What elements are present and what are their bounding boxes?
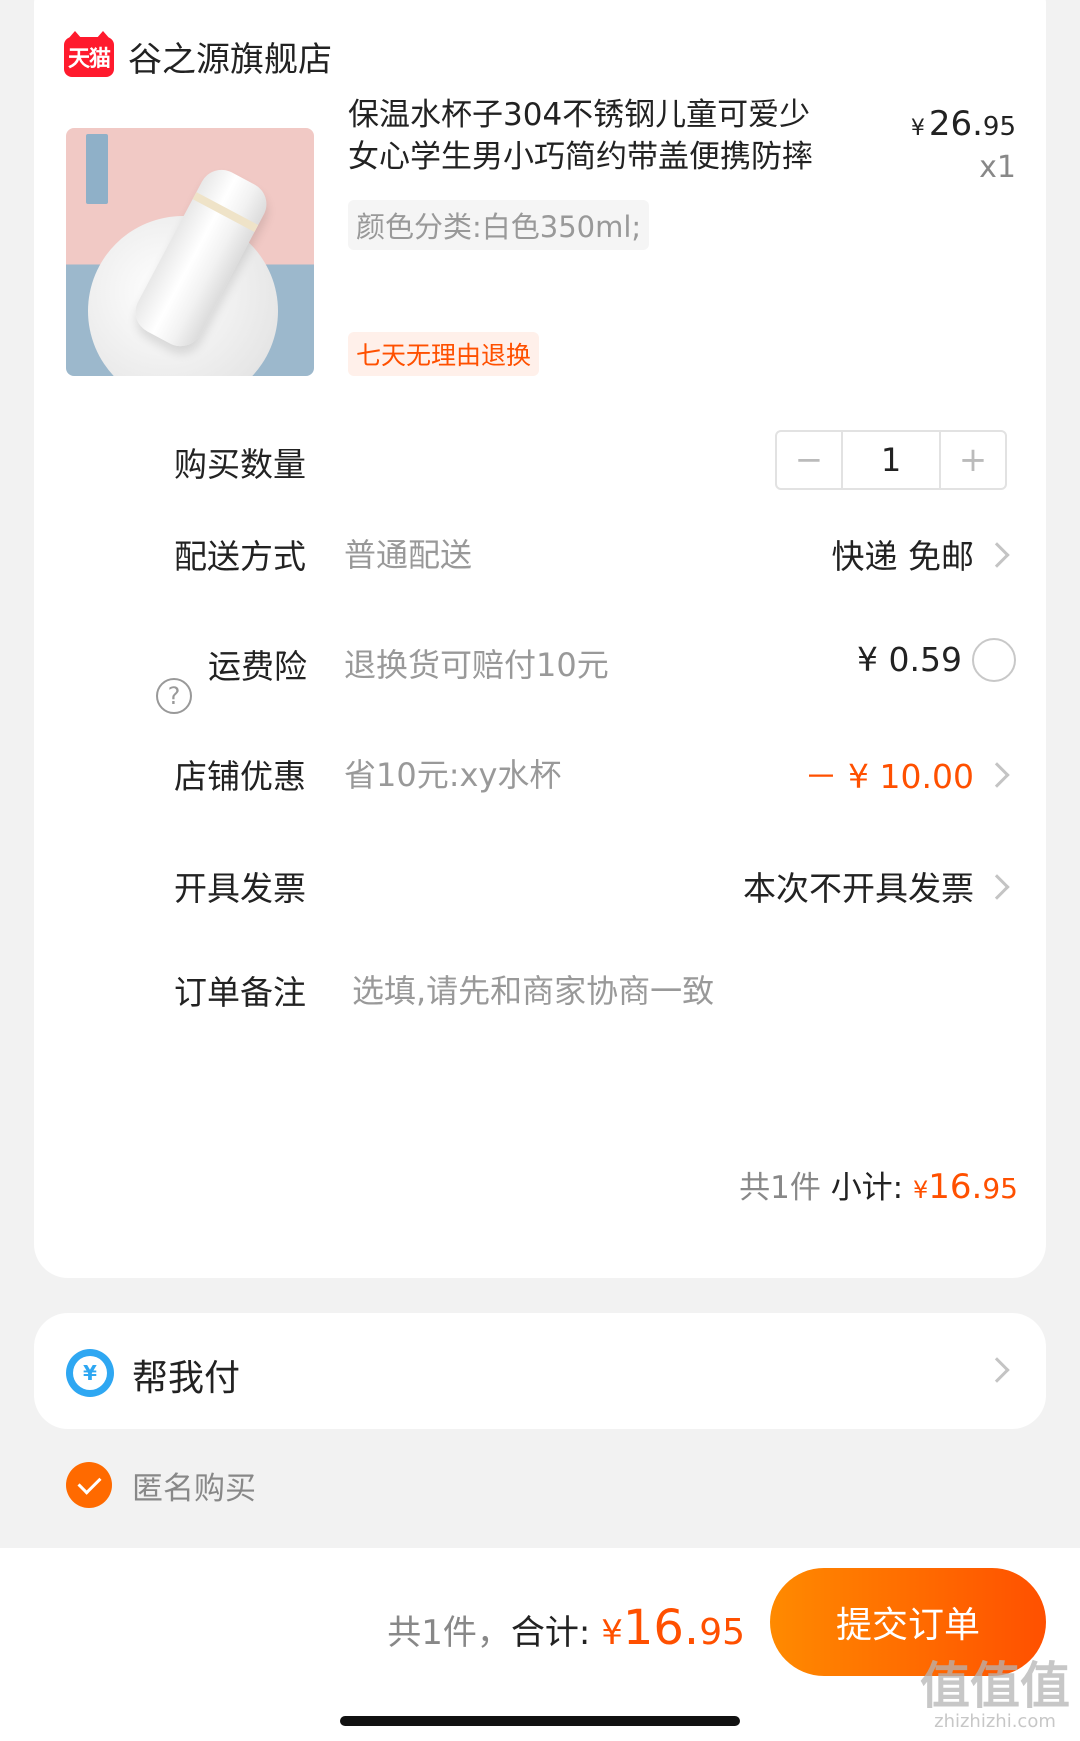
- subtotal-amount: ¥16.95: [913, 1167, 1018, 1207]
- total-count: 共1件，: [387, 1613, 511, 1653]
- product-qty: x1: [979, 150, 1016, 185]
- shipping-insurance-price: ¥ 0.59: [857, 640, 962, 679]
- price-cents: 95: [982, 112, 1016, 142]
- delivery-label: 配送方式: [174, 537, 306, 576]
- total-amount: ¥16.95: [601, 1600, 745, 1656]
- store-header[interactable]: 天猫 谷之源旗舰店: [64, 30, 332, 81]
- product-image-tag: [86, 134, 108, 204]
- price-int: 26.: [928, 104, 983, 144]
- delivery-value: 普通配送: [344, 536, 473, 574]
- invoice-label: 开具发票: [174, 869, 306, 908]
- subtotal-label: 小计:: [830, 1170, 904, 1206]
- quantity-minus-button[interactable]: −: [777, 432, 841, 488]
- order-note-label: 订单备注: [174, 973, 306, 1012]
- order-note-input[interactable]: 选填,请先和商家协商一致: [352, 966, 714, 1012]
- checkout-footer: 共1件，合计: ¥16.95 提交订单 值值值 zhizhizhi.com: [0, 1548, 1080, 1741]
- delivery-method[interactable]: 快递 免邮: [832, 530, 975, 578]
- product-image[interactable]: [66, 128, 314, 376]
- quantity-value[interactable]: 1: [841, 432, 941, 488]
- invoice-value[interactable]: 本次不开具发票: [743, 862, 974, 910]
- sku-tag[interactable]: 颜色分类:白色350ml;: [348, 200, 650, 250]
- store-discount-chevron-icon[interactable]: [984, 762, 1010, 788]
- price-symbol: ¥: [910, 116, 925, 141]
- delivery-chevron-icon[interactable]: [984, 542, 1010, 568]
- anonymous-purchase[interactable]: 匿名购买: [66, 1462, 256, 1508]
- help-icon[interactable]: ?: [156, 678, 192, 714]
- store-discount-label: 店铺优惠: [174, 757, 306, 796]
- product-price: ¥26.95: [911, 104, 1016, 144]
- pay-for-me-icon: ¥: [66, 1349, 114, 1397]
- store-card: 天猫 谷之源旗舰店 保温水杯子304不锈钢儿童可爱少女心学生男小巧简约带盖便携防…: [34, 0, 1046, 1278]
- subtotal-count: 共1件: [739, 1170, 821, 1206]
- store-subtotal: 共1件 小计: ¥16.95: [739, 1162, 1018, 1207]
- home-indicator[interactable]: [340, 1716, 740, 1726]
- quantity-stepper[interactable]: − 1 +: [775, 430, 1007, 490]
- total-label: 合计:: [510, 1613, 591, 1653]
- shipping-insurance-radio[interactable]: [972, 638, 1016, 682]
- tmall-logo-icon: 天猫: [64, 30, 114, 77]
- pay-for-me-chevron-icon[interactable]: [984, 1357, 1010, 1383]
- store-discount-amount[interactable]: － ¥ 10.00: [805, 750, 974, 798]
- pay-for-me-label: 帮我付: [132, 1358, 241, 1399]
- anonymous-label: 匿名购买: [132, 1470, 256, 1507]
- invoice-chevron-icon[interactable]: [984, 874, 1010, 900]
- watermark: 值值值 zhizhizhi.com: [920, 1657, 1070, 1732]
- pay-for-me-row[interactable]: ¥ 帮我付: [34, 1313, 1046, 1429]
- anonymous-checkbox[interactable]: [66, 1462, 112, 1508]
- store-name[interactable]: 谷之源旗舰店: [128, 32, 332, 81]
- quantity-plus-button[interactable]: +: [941, 432, 1005, 488]
- return-policy-badge: 七天无理由退换: [348, 332, 540, 376]
- order-total: 共1件，合计: ¥16.95: [387, 1600, 745, 1656]
- quantity-label: 购买数量: [174, 445, 306, 484]
- shipping-insurance-label: 运费险: [208, 647, 307, 686]
- product-title[interactable]: 保温水杯子304不锈钢儿童可爱少女心学生男小巧简约带盖便携防摔: [348, 94, 828, 178]
- shipping-insurance-desc: 退换货可赔付10元: [344, 646, 609, 684]
- store-discount-desc: 省10元:xy水杯: [344, 756, 562, 794]
